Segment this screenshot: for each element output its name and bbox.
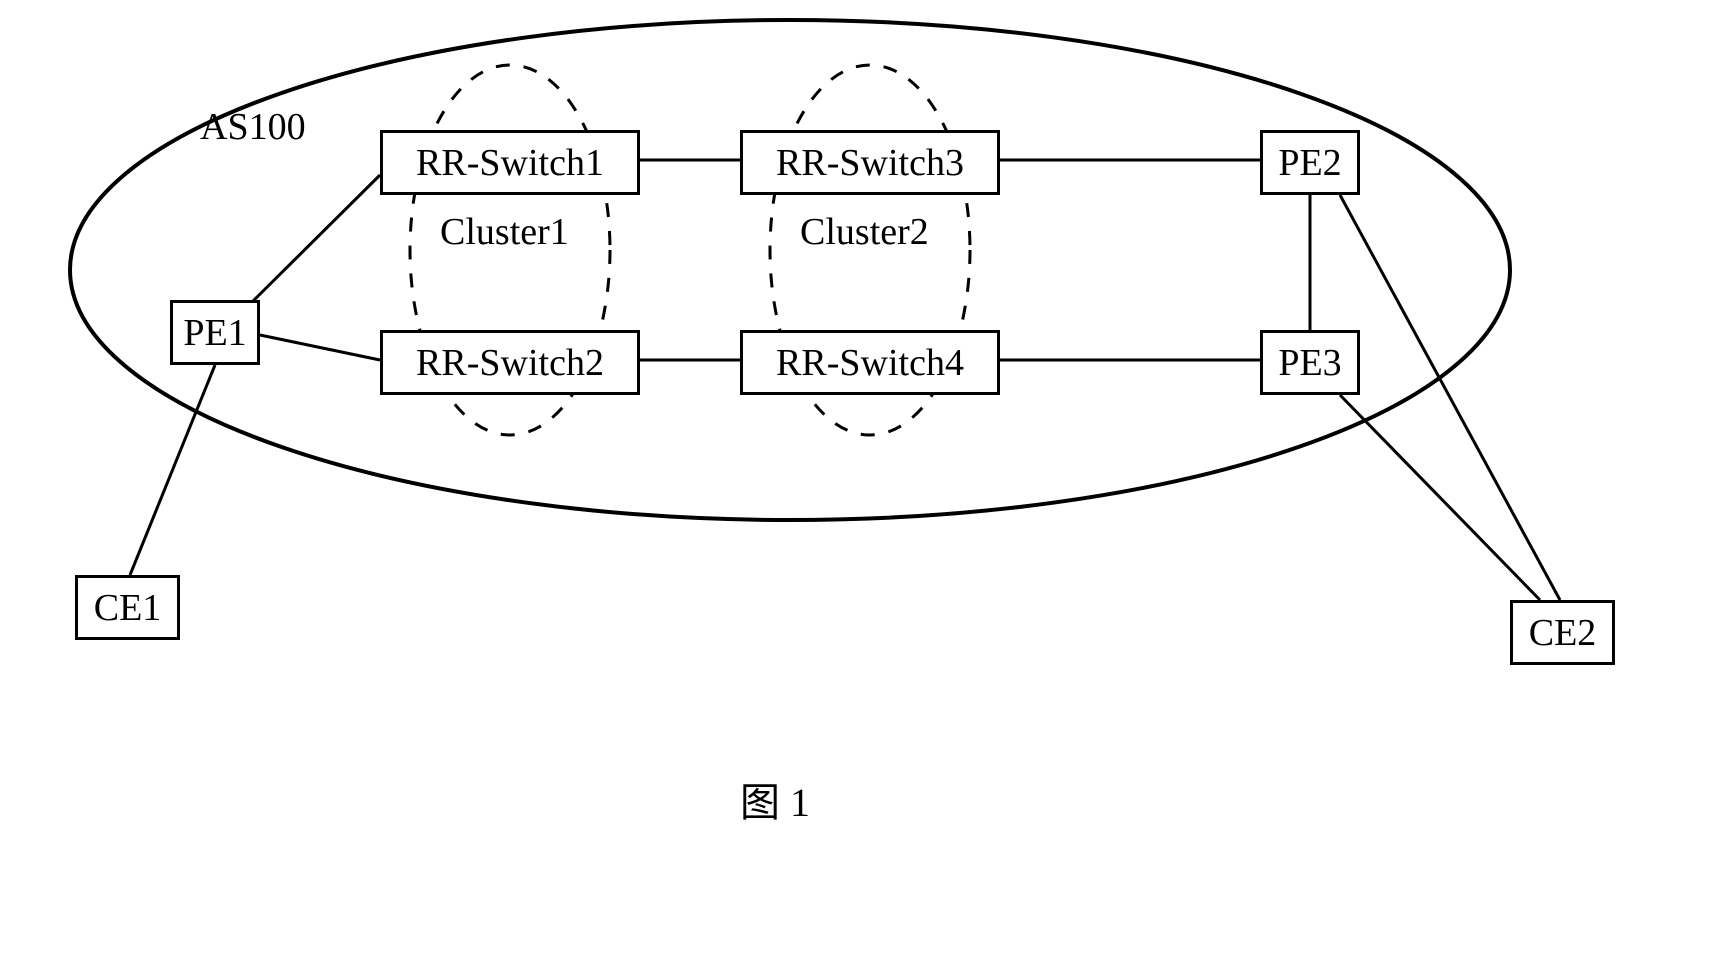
- node-ce1: CE1: [75, 575, 180, 640]
- link-pe1-rr1: [244, 175, 380, 310]
- node-rr-switch3: RR-Switch3: [740, 130, 1000, 195]
- cluster1-label: Cluster1: [440, 210, 569, 254]
- node-rr-switch1: RR-Switch1: [380, 130, 640, 195]
- link-pe3-ce2: [1340, 395, 1540, 600]
- cluster2-label: Cluster2: [800, 210, 929, 254]
- as-label: AS100: [200, 105, 306, 149]
- node-pe1: PE1: [170, 300, 260, 365]
- diagram-stage: AS100 Cluster1 Cluster2 PE1 RR-Switch1 R…: [0, 0, 1735, 960]
- link-pe2-ce2: [1340, 195, 1560, 600]
- node-rr-switch2: RR-Switch2: [380, 330, 640, 395]
- node-rr-switch4: RR-Switch4: [740, 330, 1000, 395]
- node-pe3: PE3: [1260, 330, 1360, 395]
- figure-caption: 图 1: [740, 770, 810, 828]
- node-pe2: PE2: [1260, 130, 1360, 195]
- link-pe1-rr2: [260, 335, 380, 360]
- node-ce2: CE2: [1510, 600, 1615, 665]
